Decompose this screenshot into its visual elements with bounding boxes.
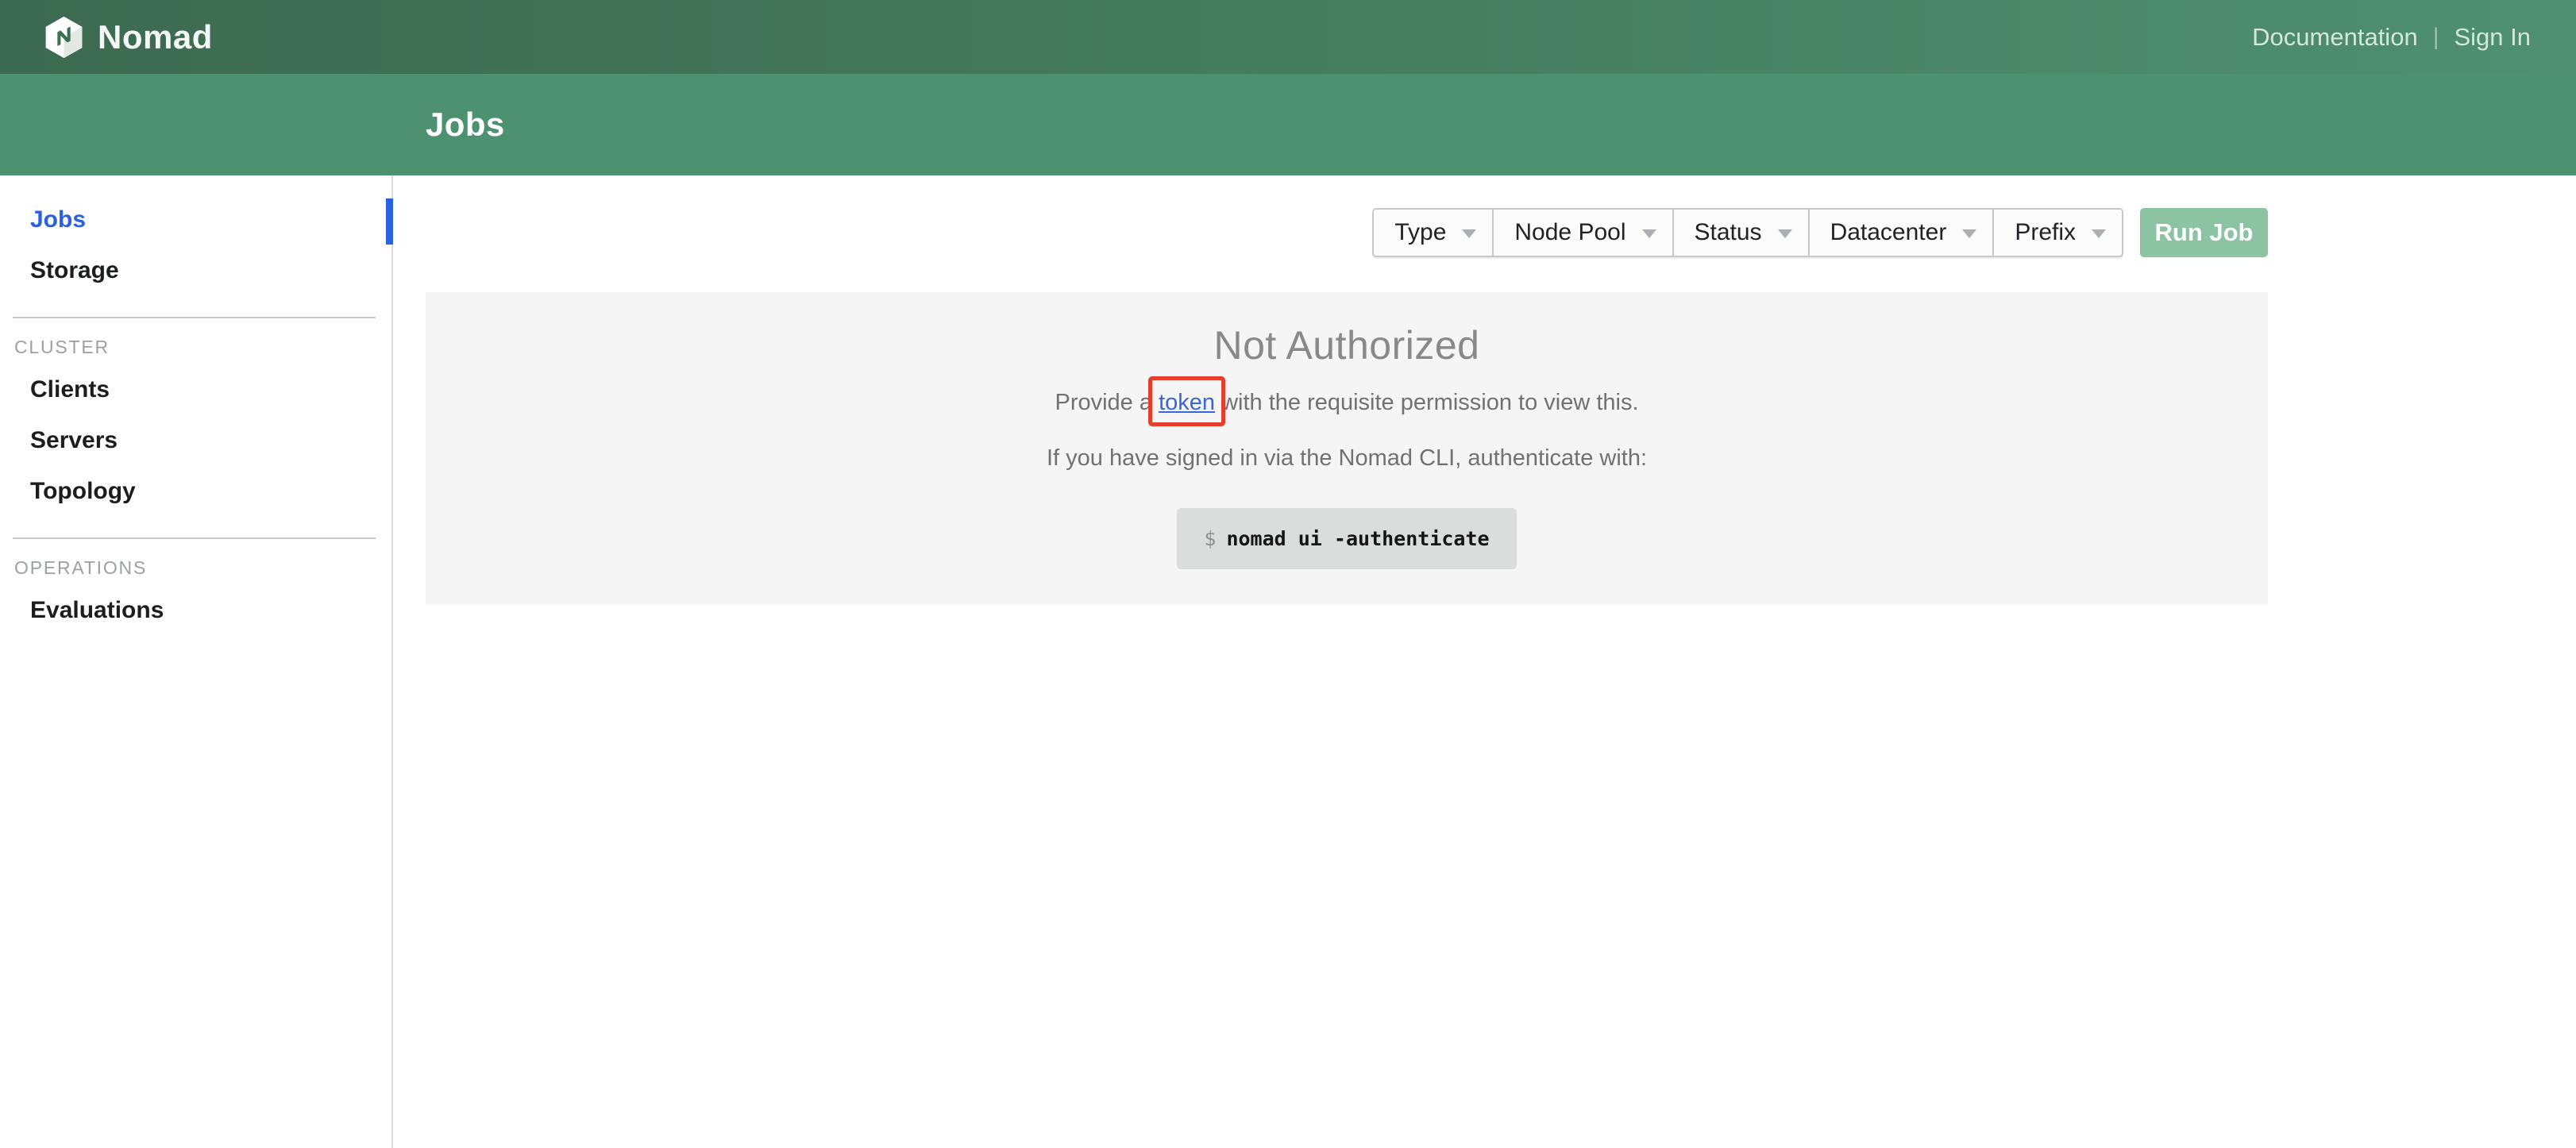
sidebar-divider <box>13 537 376 539</box>
sidebar-section-cluster: CLUSTER <box>0 336 391 358</box>
token-message: Provide a token with the requisite permi… <box>426 389 2268 416</box>
caret-down-icon <box>2092 229 2106 238</box>
sidebar-item-storage[interactable]: Storage <box>0 253 391 288</box>
sign-in-link[interactable]: Sign In <box>2454 23 2531 52</box>
brand-home-link[interactable]: Nomad <box>44 16 213 59</box>
run-job-button[interactable]: Run Job <box>2140 208 2268 257</box>
node-pool-filter-label: Node Pool <box>1514 219 1625 246</box>
status-filter-dropdown[interactable]: Status <box>1672 210 1808 256</box>
node-pool-filter-dropdown[interactable]: Node Pool <box>1492 210 1672 256</box>
caret-down-icon <box>1962 229 1976 238</box>
page-title: Jobs <box>426 106 505 144</box>
caret-down-icon <box>1642 229 1656 238</box>
token-message-post: with the requisite permission to view th… <box>1215 390 1639 415</box>
sidebar-item-servers[interactable]: Servers <box>0 423 391 458</box>
active-indicator <box>386 198 393 245</box>
prefix-filter-dropdown[interactable]: Prefix <box>1992 210 2122 256</box>
filter-dropdown-group: Type Node Pool Status Datacenter Prefix <box>1372 208 2123 257</box>
top-nav: Nomad Documentation | Sign In <box>0 0 2576 74</box>
token-link-wrap: token <box>1159 389 1215 416</box>
status-filter-label: Status <box>1695 219 1762 246</box>
nav-separator: | <box>2433 24 2439 51</box>
sidebar-item-jobs[interactable]: Jobs <box>0 202 391 237</box>
filter-toolbar: Type Node Pool Status Datacenter Prefix <box>1372 208 2268 257</box>
page-header: Jobs <box>0 74 2576 175</box>
type-filter-label: Type <box>1394 219 1446 246</box>
sidebar-section-operations: OPERATIONS <box>0 557 391 579</box>
cli-code-block: $ nomad ui -authenticate <box>1177 508 1516 569</box>
datacenter-filter-dropdown[interactable]: Datacenter <box>1808 210 1993 256</box>
cli-command: nomad ui -authenticate <box>1226 527 1489 550</box>
nomad-logo-icon <box>44 16 83 59</box>
nomad-app: Nomad Documentation | Sign In Jobs Jobs … <box>0 0 2576 1148</box>
prefix-filter-label: Prefix <box>2015 219 2076 246</box>
type-filter-dropdown[interactable]: Type <box>1374 210 1492 256</box>
documentation-link[interactable]: Documentation <box>2252 23 2418 52</box>
main-content: Type Node Pool Status Datacenter Prefix <box>395 175 2576 1148</box>
sidebar: Jobs Storage CLUSTER Clients Servers Top… <box>0 175 393 1148</box>
token-link[interactable]: token <box>1159 390 1215 415</box>
token-message-pre: Provide a <box>1055 390 1159 415</box>
not-authorized-panel: Not Authorized Provide a token with the … <box>426 292 2268 605</box>
shell-prompt: $ <box>1204 527 1216 550</box>
not-authorized-heading: Not Authorized <box>426 326 2268 365</box>
sidebar-item-evaluations[interactable]: Evaluations <box>0 593 391 628</box>
brand-name: Nomad <box>98 18 213 56</box>
sidebar-item-clients[interactable]: Clients <box>0 372 391 407</box>
datacenter-filter-label: Datacenter <box>1830 219 1947 246</box>
sidebar-divider <box>13 317 376 318</box>
top-nav-links: Documentation | Sign In <box>2252 23 2531 52</box>
caret-down-icon <box>1778 229 1792 238</box>
cli-message: If you have signed in via the Nomad CLI,… <box>426 445 2268 472</box>
sidebar-item-topology[interactable]: Topology <box>0 474 391 509</box>
caret-down-icon <box>1462 229 1476 238</box>
